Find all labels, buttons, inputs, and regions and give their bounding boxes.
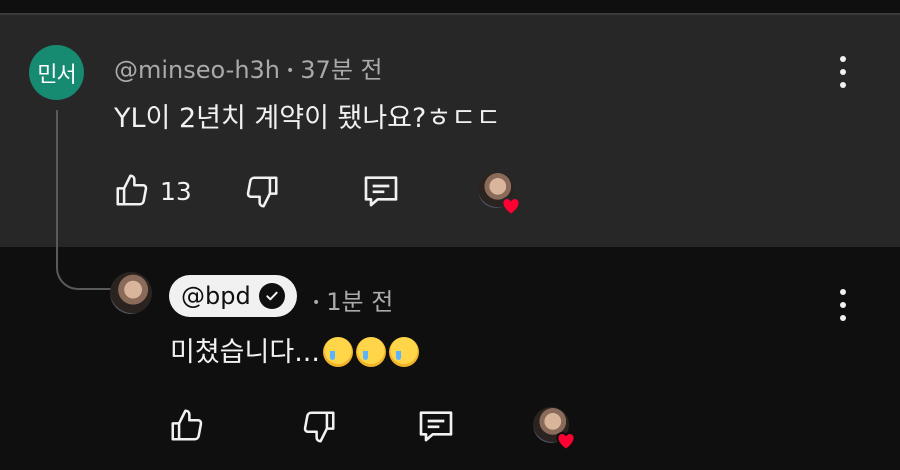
reply-more-options-button[interactable] bbox=[838, 289, 848, 321]
reply-author-handle: @bpd bbox=[181, 282, 251, 310]
timestamp[interactable]: 37분 전 bbox=[300, 56, 382, 84]
like-count: 13 bbox=[160, 177, 192, 206]
top-bar bbox=[0, 0, 900, 13]
comment-icon[interactable] bbox=[360, 171, 402, 211]
heart-icon bbox=[498, 192, 524, 218]
avatar[interactable]: 민서 bbox=[29, 45, 84, 100]
reply-meta: • 1분 전 bbox=[306, 282, 393, 317]
author-handle[interactable]: @minseo-h3h bbox=[114, 56, 280, 84]
thumbs-down-icon[interactable] bbox=[243, 172, 281, 212]
separator-dot: • bbox=[312, 295, 321, 311]
creator-heart-badge bbox=[533, 407, 576, 452]
reply-avatar[interactable] bbox=[110, 272, 152, 314]
heart-icon bbox=[553, 427, 579, 453]
crying-face-emoji bbox=[388, 337, 419, 367]
thread-connector bbox=[56, 110, 118, 290]
comment-icon[interactable] bbox=[415, 406, 457, 446]
more-options-button[interactable] bbox=[838, 56, 848, 88]
crying-face-emoji bbox=[322, 337, 353, 367]
comment-text: YL이 2년치 계약이 됐나요?ㅎㄷㄷ bbox=[114, 103, 501, 134]
check-badge-icon bbox=[258, 283, 285, 309]
separator-dot: • bbox=[286, 63, 295, 79]
thumbs-up-icon[interactable] bbox=[168, 405, 206, 445]
creator-handle-pill[interactable]: @bpd bbox=[169, 275, 297, 317]
thumbs-down-icon[interactable] bbox=[300, 407, 338, 447]
reply-text-content: 미쳤습니다... bbox=[170, 337, 320, 368]
reply-text: 미쳤습니다... bbox=[170, 330, 419, 369]
comment-meta: @minseo-h3h • 37분 전 bbox=[114, 50, 383, 85]
creator-heart-badge bbox=[478, 172, 521, 217]
thumbs-up-icon[interactable] bbox=[113, 170, 151, 210]
reply-timestamp[interactable]: 1분 전 bbox=[326, 288, 393, 316]
crying-face-emoji bbox=[355, 337, 386, 367]
